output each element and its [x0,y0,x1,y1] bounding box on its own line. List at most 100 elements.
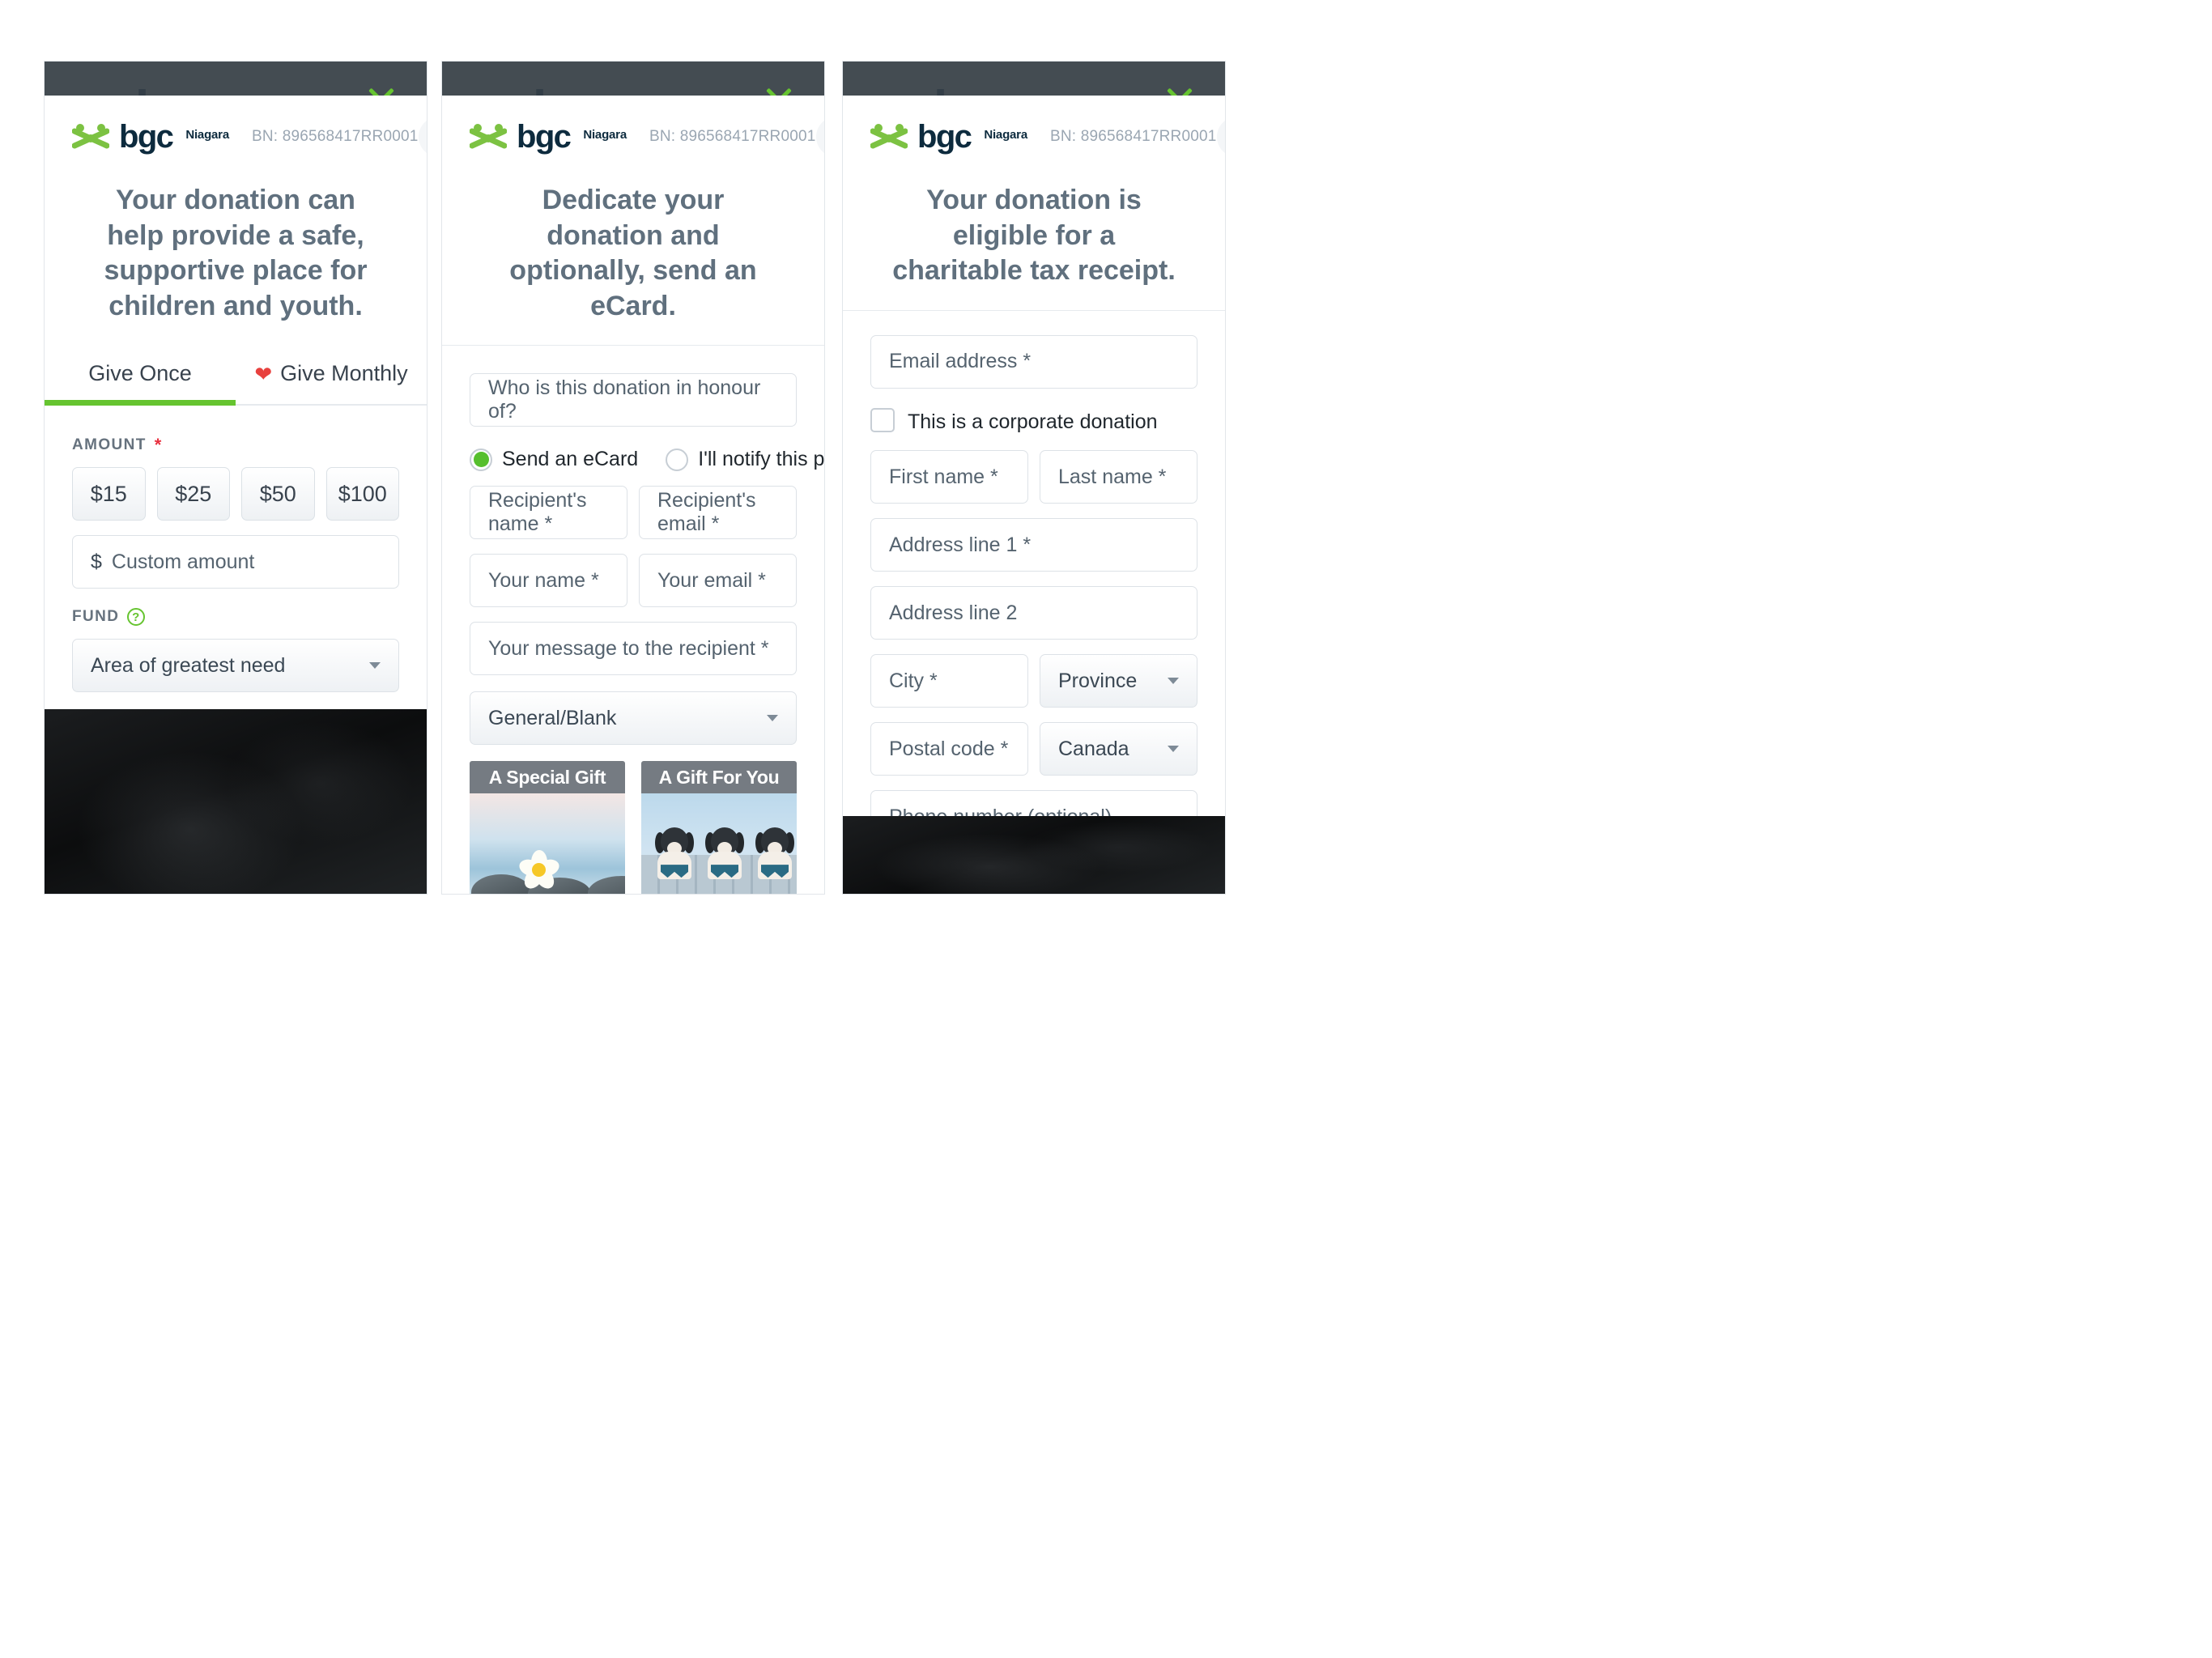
recipient-email-input[interactable]: Recipient's email * [639,486,797,540]
business-number: BN: 896568417RR0001 [251,128,419,145]
bgc-logo-chapter: Niagara [583,127,627,142]
language-toggle-fr[interactable]: FR [1216,117,1225,157]
honour-of-input[interactable]: Who is this donation in honour of? [470,373,797,427]
language-toggle-fr[interactable]: FR [815,117,824,157]
corporate-donation-checkbox-row[interactable]: This is a corporate donation [870,407,1197,436]
brand-header-2: bgc Niagara BN: 896568417RR0001 FR [442,96,824,170]
business-number: BN: 896568417RR0001 [649,128,816,145]
notify-option-self[interactable]: I'll notify this person on my own [666,448,825,471]
language-toggle-fr[interactable]: FR [418,117,427,157]
address-line-2-placeholder: Address line 2 [889,601,1018,624]
header-actions-2: FR [815,117,824,157]
bgc-logo-chapter: Niagara [185,127,229,142]
bgc-logo-word: bgc [517,119,572,155]
amount-section-label: AMOUNT * [72,436,399,454]
chevron-down-icon [1168,678,1179,685]
country-select[interactable]: Canada [1040,722,1197,776]
ecard-option-special-gift[interactable]: A Special Gift [470,761,625,894]
panel2-sheet: bgc Niagara BN: 896568417RR0001 FR Dedic… [442,96,824,894]
email-address-input[interactable]: Email address * [870,334,1197,389]
address-line-1-input[interactable]: Address line 1 * [870,518,1197,572]
fund-section-label: FUND ? [72,608,399,627]
bgc-mark-icon [470,124,507,149]
amount-label-text: AMOUNT [72,436,147,454]
ecard-title: A Gift For You [641,761,797,794]
recipient-message-placeholder: Your message to the recipient * [488,636,769,660]
email-address-placeholder: Email address * [889,350,1032,373]
last-name-input[interactable]: Last name * [1040,450,1197,504]
checkbox-icon [870,407,895,432]
ecard-category-select[interactable]: General/Blank [470,691,797,746]
city-placeholder: City * [889,669,938,692]
city-input[interactable]: City * [870,654,1028,708]
postal-code-placeholder: Postal code * [889,737,1009,760]
address-line-2-input[interactable]: Address line 2 [870,586,1197,640]
amount-required-marker: * [154,435,163,456]
tab-give-monthly[interactable]: ❤ Give Monthly [236,345,427,404]
recipient-email-placeholder: Recipient's email * [657,489,756,536]
notify-option-ecard-label: Send an eCard [502,448,639,471]
chevron-down-icon [1168,746,1179,753]
header-actions-1: FR [418,117,427,157]
corporate-donation-label: This is a corporate donation [908,410,1158,433]
amount-option-25[interactable]: $25 [156,467,230,521]
bgc-logo-3: bgc Niagara [870,121,1027,153]
donation-panel-step2: bgc bgc Niagara BN: 8965684 [441,61,825,895]
recipient-row: Recipient's name * Recipient's email * [470,471,797,540]
donation-panel-step1: bgc bgc Niagara BN: 8965684 [44,61,428,895]
fund-label-text: FUND [72,608,120,626]
custom-amount-input[interactable]: $ Custom amount [72,535,399,589]
your-name-placeholder: Your name * [488,568,599,592]
amount-option-100[interactable]: $100 [325,467,399,521]
bgc-logo-2: bgc Niagara [470,121,627,153]
chevron-down-icon [369,662,381,670]
your-email-placeholder: Your email * [657,568,766,592]
amount-options: $15 $25 $50 $100 [72,467,399,521]
notify-option-ecard[interactable]: Send an eCard [470,448,638,471]
panel3-headline: Your donation is eligible for a charitab… [892,185,1176,287]
bgc-logo-word: bgc [917,119,972,155]
ecard-art-puppies [641,793,797,894]
your-name-input[interactable]: Your name * [470,554,627,608]
screenshot-stage: bgc bgc Niagara BN: 8965684 [0,0,2212,1658]
question-mark-icon[interactable]: ? [127,608,146,627]
bgc-mark-icon [72,124,109,149]
ecard-title: A Special Gift [470,761,625,794]
chevron-down-icon [767,715,778,722]
sender-row: Your name * Your email * [470,539,797,608]
bgc-logo-word: bgc [119,119,174,155]
panel1-headline: Your donation can help provide a safe, s… [104,185,368,321]
header-actions-3: FR [1216,117,1225,157]
name-row: First name * Last name * [870,436,1197,504]
tab-give-monthly-label: Give Monthly [280,361,408,386]
custom-amount-placeholder: Custom amount [111,550,255,573]
honour-of-placeholder: Who is this donation in honour of? [488,376,761,423]
ecard-option-gift-for-you[interactable]: A Gift For You [641,761,797,894]
city-province-row: City * Province [870,640,1197,708]
fund-select[interactable]: Area of greatest need [72,639,399,693]
amount-option-50[interactable]: $50 [241,467,315,521]
panel3-sheet: bgc Niagara BN: 896568417RR0001 FR Your … [843,96,1225,894]
tab-give-once-label: Give Once [88,361,192,386]
your-email-input[interactable]: Your email * [639,554,797,608]
brand-header-3: bgc Niagara BN: 896568417RR0001 FR [843,96,1225,170]
notify-options: Send an eCard I'll notify this person on… [470,448,824,471]
country-value: Canada [1058,737,1129,760]
first-name-input[interactable]: First name * [870,450,1028,504]
postal-country-row: Postal code * Canada [870,708,1197,776]
panel2-body: Who is this donation in honour of? Send … [442,346,824,894]
give-frequency-tabs: Give Once ❤ Give Monthly [45,345,427,406]
heart-icon: ❤ [254,361,273,386]
tab-give-once[interactable]: Give Once [45,345,236,406]
province-value: Province [1058,669,1138,692]
postal-code-input[interactable]: Postal code * [870,722,1028,776]
recipient-name-placeholder: Recipient's name * [488,489,587,536]
recipient-message-input[interactable]: Your message to the recipient * [470,622,797,676]
ecard-gallery: A Special Gift A Gift For You [470,761,797,894]
recipient-name-input[interactable]: Recipient's name * [470,486,627,540]
notify-option-self-label: I'll notify this person on my own [698,448,825,471]
amount-option-15[interactable]: $15 [72,467,146,521]
panel1-footer-photo [45,709,427,894]
province-select[interactable]: Province [1040,654,1197,708]
ecard-art-stones [470,793,625,894]
